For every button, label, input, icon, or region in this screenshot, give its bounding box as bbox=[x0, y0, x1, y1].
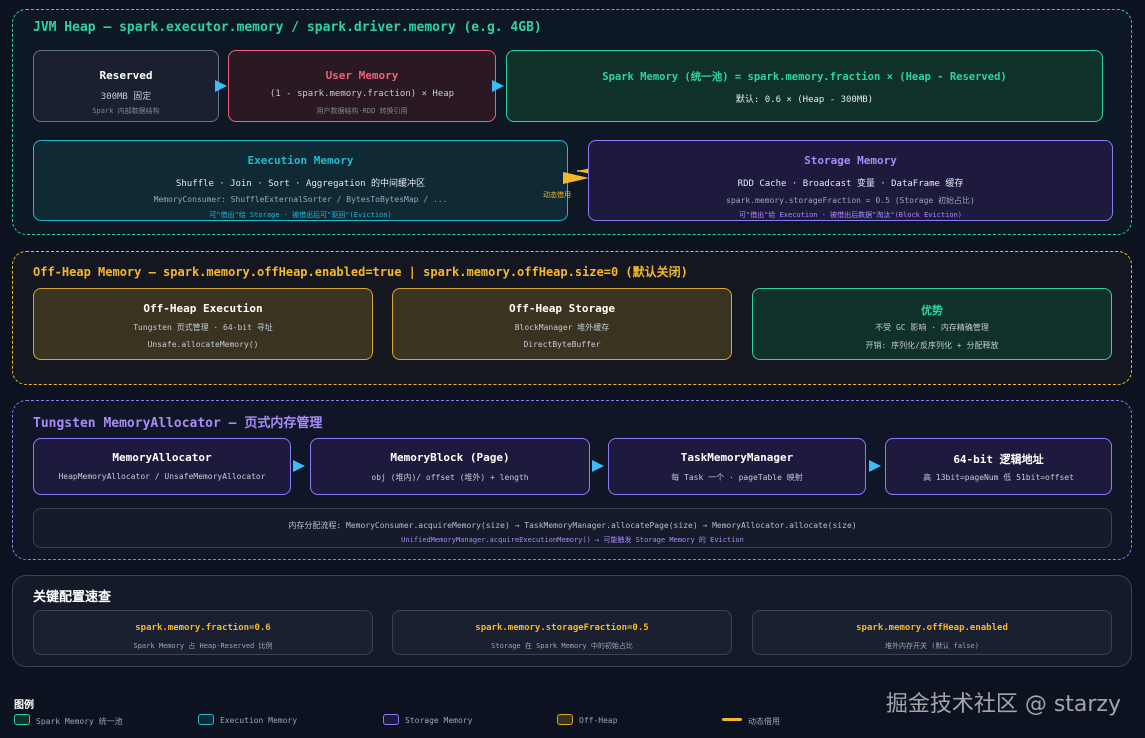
memory-allocator-box: MemoryAllocator HeapMemoryAllocator / Un… bbox=[33, 438, 291, 495]
storage-memory-box: Storage Memory RDD Cache · Broadcast 变量 … bbox=[588, 140, 1113, 221]
arrow-user-spark bbox=[492, 80, 504, 92]
legend-swatch-execution bbox=[198, 714, 214, 725]
offheap-storage-line1: BlockManager 堆外缓存 bbox=[514, 323, 610, 332]
storage-memory-title: Storage Memory bbox=[804, 154, 897, 167]
config-desc: 堆外内存开关 (默认 false) bbox=[885, 642, 979, 650]
legend-title: 图例 bbox=[14, 700, 34, 711]
offheap-advantage-box: 优势 不受 GC 影响 · 内存精确管理 开销: 序列化/反序列化 + 分配释放 bbox=[752, 288, 1112, 360]
config-desc: Storage 在 Spark Memory 中的初始占比 bbox=[491, 642, 633, 650]
execution-memory-line1: Shuffle · Join · Sort · Aggregation 的中间缓… bbox=[175, 179, 426, 189]
reserved-line2: Spark 内部数据结构 bbox=[92, 107, 160, 115]
arrow-block-task bbox=[592, 460, 604, 472]
config-title: 关键配置速查 bbox=[33, 590, 112, 605]
offheap-storage-title: Off-Heap Storage bbox=[509, 302, 615, 315]
logical-address-title: 64-bit 逻辑地址 bbox=[953, 453, 1044, 466]
reserved-line1: 300MB 固定 bbox=[100, 92, 152, 102]
spark-memory-line1: 默认: 0.6 × (Heap - 300MB) bbox=[735, 95, 874, 105]
tungsten-title: Tungsten MemoryAllocator — 页式内存管理 bbox=[33, 416, 323, 431]
spark-memory-title: Spark Memory (统一池) = spark.memory.fracti… bbox=[602, 71, 1007, 83]
allocation-flow-line1: 内存分配流程: MemoryConsumer.acquireMemory(siz… bbox=[288, 521, 857, 530]
offheap-execution-box: Off-Heap Execution Tungsten 页式管理 · 64-bi… bbox=[33, 288, 373, 360]
execution-memory-line3: 可"借出"给 Storage · 被借出后可"驱回"(Eviction) bbox=[209, 211, 392, 219]
config-item: spark.memory.offHeap.enabled 堆外内存开关 (默认 … bbox=[752, 610, 1112, 655]
memory-block-line1: obj (堆内)/ offset (堆外) + length bbox=[371, 473, 529, 482]
offheap-execution-line2: Unsafe.allocateMemory() bbox=[147, 340, 259, 349]
execution-memory-title: Execution Memory bbox=[247, 154, 354, 167]
user-memory-title: User Memory bbox=[325, 69, 399, 82]
logical-address-box: 64-bit 逻辑地址 高 13bit=pageNum 低 51bit=offs… bbox=[885, 438, 1112, 495]
config-item: spark.memory.storageFraction=0.5 Storage… bbox=[392, 610, 732, 655]
storage-memory-line2: spark.memory.storageFraction = 0.5 (Stor… bbox=[726, 196, 975, 205]
offheap-advantage-line2: 开销: 序列化/反序列化 + 分配释放 bbox=[865, 341, 999, 350]
watermark: 掘金技术社区 @ starzy bbox=[885, 692, 1121, 717]
logical-address-line1: 高 13bit=pageNum 低 51bit=offset bbox=[923, 473, 1074, 482]
offheap-title: Off-Heap Memory — spark.memory.offHeap.e… bbox=[33, 265, 688, 279]
config-key: spark.memory.offHeap.enabled bbox=[856, 623, 1008, 633]
legend-label: 动态借用 bbox=[748, 717, 780, 726]
offheap-execution-title: Off-Heap Execution bbox=[143, 302, 263, 315]
task-memory-manager-line1: 每 Task 一个 · pageTable 映射 bbox=[671, 473, 803, 482]
config-key: spark.memory.fraction=0.6 bbox=[135, 623, 271, 633]
user-memory-line1: (1 - spark.memory.fraction) × Heap bbox=[269, 89, 455, 99]
offheap-advantage-title: 优势 bbox=[921, 304, 943, 317]
allocation-flow-box: 内存分配流程: MemoryConsumer.acquireMemory(siz… bbox=[33, 508, 1112, 548]
memory-allocator-line1: HeapMemoryAllocator / UnsafeMemoryAlloca… bbox=[58, 472, 266, 481]
legend-swatch-offheap bbox=[557, 714, 573, 725]
legend-label: Execution Memory bbox=[220, 716, 298, 725]
memory-block-box: MemoryBlock (Page) obj (堆内)/ offset (堆外)… bbox=[310, 438, 590, 495]
dynamic-borrow-label: 动态借用 bbox=[543, 191, 571, 199]
arrow-reserved-user bbox=[215, 80, 227, 92]
config-desc: Spark Memory 占 Heap-Reserved 比例 bbox=[133, 642, 273, 650]
jvm-heap-title: JVM Heap — spark.executor.memory / spark… bbox=[33, 20, 542, 35]
execution-memory-box: Execution Memory Shuffle · Join · Sort ·… bbox=[33, 140, 568, 221]
memory-block-title: MemoryBlock (Page) bbox=[390, 451, 510, 464]
legend-label: Spark Memory 统一池 bbox=[36, 717, 123, 726]
user-memory-line2: 用户数据结构·RDD 转换引用 bbox=[316, 107, 408, 115]
user-memory-box: User Memory (1 - spark.memory.fraction) … bbox=[228, 50, 496, 122]
legend-swatch-dynamic bbox=[722, 718, 742, 721]
offheap-storage-box: Off-Heap Storage BlockManager 堆外缓存 Direc… bbox=[392, 288, 732, 360]
config-item: spark.memory.fraction=0.6 Spark Memory 占… bbox=[33, 610, 373, 655]
task-memory-manager-title: TaskMemoryManager bbox=[680, 451, 794, 464]
arrow-task-address bbox=[869, 460, 881, 472]
offheap-execution-line1: Tungsten 页式管理 · 64-bit 寻址 bbox=[133, 323, 273, 332]
storage-memory-line3: 可"借出"给 Execution · 被借出后数据"淘汰"(Block Evic… bbox=[738, 211, 963, 219]
config-key: spark.memory.storageFraction=0.5 bbox=[475, 623, 649, 633]
legend-swatch-spark bbox=[14, 714, 30, 725]
legend-label: Off-Heap bbox=[579, 716, 618, 725]
offheap-storage-line2: DirectByteBuffer bbox=[523, 340, 601, 349]
task-memory-manager-box: TaskMemoryManager 每 Task 一个 · pageTable … bbox=[608, 438, 866, 495]
legend-label: Storage Memory bbox=[405, 716, 473, 725]
spark-memory-box: Spark Memory (统一池) = spark.memory.fracti… bbox=[506, 50, 1103, 122]
memory-allocator-title: MemoryAllocator bbox=[112, 451, 212, 464]
offheap-advantage-line1: 不受 GC 影响 · 内存精确管理 bbox=[875, 323, 989, 332]
execution-memory-line2: MemoryConsumer: ShuffleExternalSorter / … bbox=[153, 195, 448, 204]
legend-swatch-storage bbox=[383, 714, 399, 725]
allocation-flow-line2: UnifiedMemoryManager.acquireExecutionMem… bbox=[401, 536, 744, 544]
reserved-box: Reserved 300MB 固定 Spark 内部数据结构 bbox=[33, 50, 219, 122]
arrow-allocator-block bbox=[293, 460, 305, 472]
reserved-title: Reserved bbox=[99, 69, 153, 82]
storage-memory-line1: RDD Cache · Broadcast 变量 · DataFrame 缓存 bbox=[737, 179, 964, 189]
